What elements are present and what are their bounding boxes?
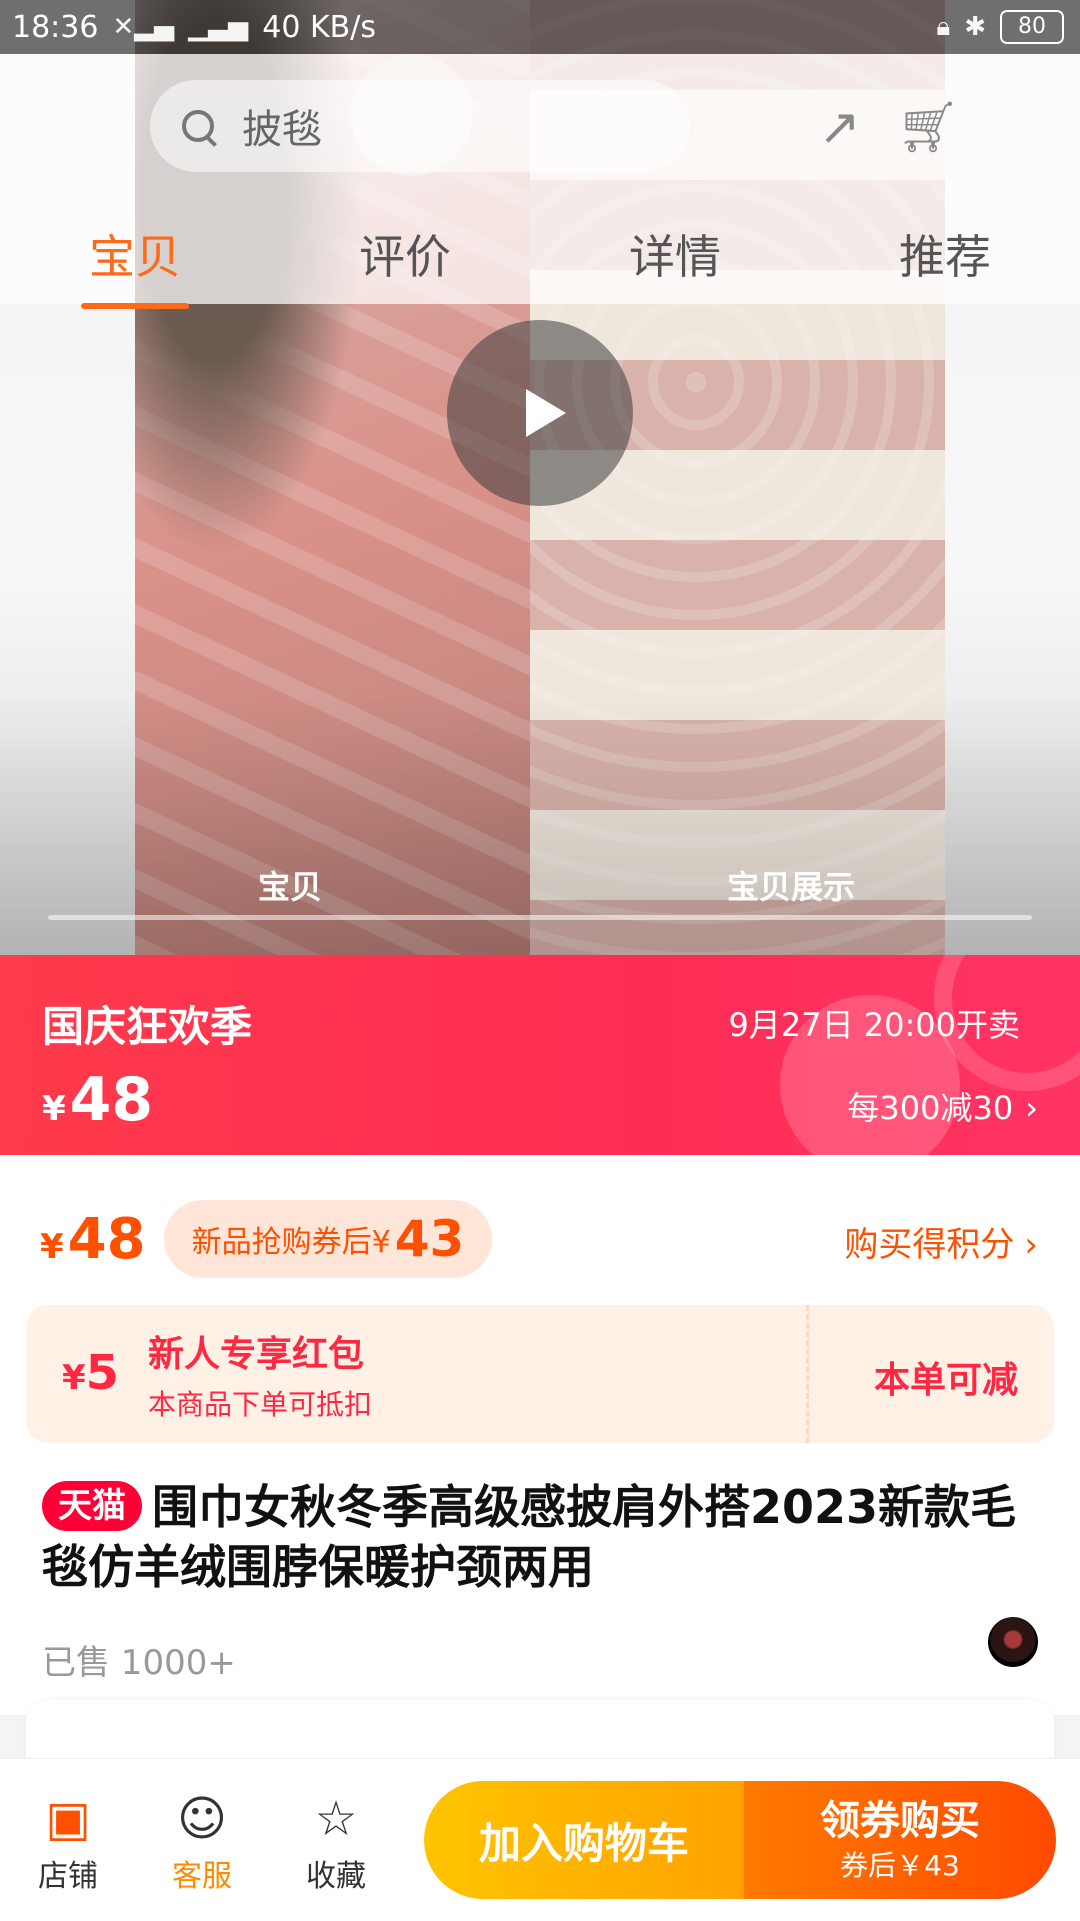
network-speed: 40 KB/s — [262, 9, 376, 45]
promo-discount-link[interactable]: 每300减30 › — [847, 1083, 1038, 1129]
promo-price: ¥48 — [42, 1065, 153, 1135]
price-value: 48 — [67, 1206, 146, 1272]
promo-currency: ¥ — [42, 1089, 66, 1129]
search-input[interactable]: 披毯 — [150, 80, 690, 172]
product-info: ¥48 新品抢购券后¥ 43 购买得积分 › ¥5 新人专享红包 本商品下单可抵扣 … — [0, 1155, 1080, 1715]
promo-title: 国庆狂欢季 — [42, 1002, 253, 1051]
add-to-cart-button[interactable]: 加入购物车 — [424, 1781, 744, 1899]
cart-icon[interactable]: 🛒︎ — [897, 98, 960, 157]
red-packet-currency: ¥ — [62, 1358, 86, 1398]
search-icon — [180, 108, 216, 144]
tmall-badge: 天猫 — [42, 1481, 142, 1531]
search-placeholder: 披毯 — [242, 107, 322, 153]
buy-button-sublabel: 券后￥43 — [840, 1849, 960, 1882]
shop-button[interactable]: ▣ 店铺 — [8, 1791, 128, 1895]
shop-avatar[interactable] — [988, 1617, 1038, 1667]
header-actions: ↗ 🛒︎ — [819, 98, 960, 157]
chevron-right-icon: › — [1024, 1225, 1038, 1265]
video-progress-track[interactable] — [48, 915, 1032, 920]
tab-reviews[interactable]: 评价 — [351, 221, 459, 287]
video-tab-item[interactable]: 宝贝 — [258, 862, 322, 908]
promo-price-value: 48 — [69, 1065, 154, 1135]
lock-icon: 🔒︎ — [936, 11, 951, 42]
product-title: 天猫 围巾女秋冬季高级感披肩外搭2023新款毛毯仿羊绒围脖保暖护颈两用 — [42, 1477, 1042, 1597]
red-packet-action[interactable]: 本单可减 — [874, 1351, 1018, 1403]
status-bar: 18:36 ✕▂▄ ▁▃▅ 40 KB/s 🔒︎ ✱ 80 — [0, 0, 1080, 54]
tab-details[interactable]: 详情 — [621, 221, 729, 287]
detail-tabs: 宝贝 评价 详情 推荐 — [0, 204, 1080, 309]
coupon-label: 新品抢购券后¥ — [191, 1225, 391, 1260]
coupon-after-price: 43 — [394, 1210, 465, 1268]
price: ¥48 — [40, 1207, 146, 1272]
shop-icon: ▣ — [45, 1791, 91, 1847]
price-currency: ¥ — [40, 1226, 64, 1267]
battery-icon: 80 — [1000, 10, 1064, 44]
promo-discount-text: 每300减30 — [847, 1089, 1014, 1127]
points-link[interactable]: 购买得积分 › — [844, 1217, 1038, 1266]
red-packet-title: 新人专享红包 — [148, 1334, 365, 1375]
favorite-button[interactable]: ☆ 收藏 — [276, 1791, 396, 1895]
video-tab-showcase[interactable]: 宝贝展示 — [727, 862, 855, 908]
signal-4g-icon: ▁▃▅ — [188, 12, 249, 42]
status-time: 18:36 — [12, 9, 99, 45]
chevron-right-icon: › — [1025, 1089, 1038, 1127]
bluetooth-icon: ✱ — [964, 12, 986, 42]
coupon-price-pill[interactable]: 新品抢购券后¥ 43 — [163, 1200, 493, 1278]
share-icon[interactable]: ↗ — [819, 98, 861, 157]
tab-recommend[interactable]: 推荐 — [891, 221, 999, 287]
promo-banner[interactable]: 国庆狂欢季 9月27日 20:00开卖 ¥48 每300减30 › — [0, 955, 1080, 1155]
product-title-text: 围巾女秋冬季高级感披肩外搭2023新款毛毯仿羊绒围脖保暖护颈两用 — [42, 1480, 1017, 1594]
service-label: 客服 — [172, 1859, 232, 1894]
signal-icon: ✕▂▄ — [112, 12, 175, 42]
shop-label: 店铺 — [38, 1859, 98, 1894]
tab-item[interactable]: 宝贝 — [81, 221, 189, 309]
buy-with-coupon-button[interactable]: 领券购买 券后￥43 — [744, 1781, 1056, 1899]
product-title-block: 天猫 围巾女秋冬季高级感披肩外搭2023新款毛毯仿羊绒围脖保暖护颈两用 — [42, 1477, 1042, 1597]
points-link-label: 购买得积分 — [844, 1225, 1015, 1265]
service-icon: ☺ — [176, 1791, 228, 1847]
red-packet-subtitle: 本商品下单可抵扣 — [148, 1388, 373, 1421]
promo-start-time: 9月27日 20:00开卖 — [728, 1006, 1020, 1044]
red-packet-divider — [806, 1305, 809, 1443]
buy-button-label: 领券购买 — [820, 1798, 980, 1844]
bottom-action-bar: ▣ 店铺 ☺ 客服 ☆ 收藏 加入购物车 领券购买 券后￥43 — [0, 1758, 1080, 1921]
play-video-button[interactable] — [447, 320, 633, 506]
sold-count: 已售 1000+ — [42, 1643, 236, 1683]
customer-service-button[interactable]: ☺ 客服 — [142, 1791, 262, 1895]
red-packet-value: 5 — [85, 1345, 120, 1401]
star-icon: ☆ — [314, 1791, 358, 1847]
favorite-label: 收藏 — [306, 1859, 366, 1894]
price-row: ¥48 新品抢购券后¥ 43 — [40, 1200, 493, 1278]
red-packet-card[interactable]: ¥5 新人专享红包 本商品下单可抵扣 本单可减 — [26, 1305, 1054, 1443]
top-header: 披毯 ↗ 🛒︎ 宝贝 评价 详情 推荐 — [0, 54, 1080, 309]
red-packet-amount: ¥5 — [62, 1345, 119, 1401]
